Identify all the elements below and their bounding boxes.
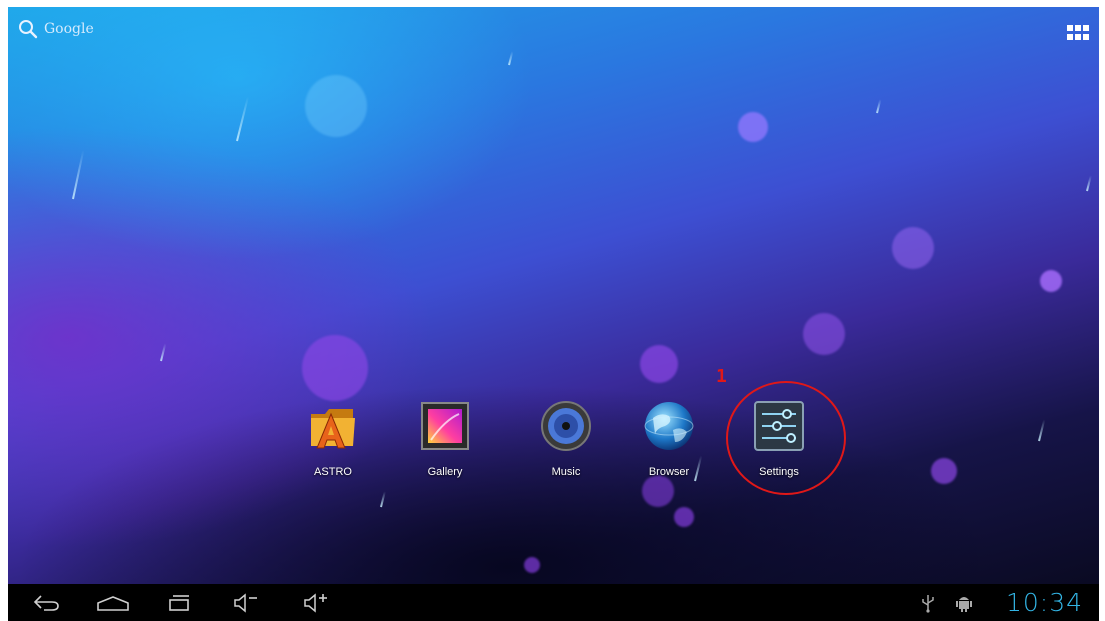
wallpaper-streak (876, 99, 882, 114)
app-gallery[interactable]: Gallery (405, 400, 485, 478)
back-button[interactable] (26, 584, 66, 621)
app-music[interactable]: Music (526, 400, 606, 478)
wallpaper-orb (931, 458, 957, 484)
gallery-icon (419, 400, 471, 452)
wallpaper-streak (380, 491, 386, 508)
wallpaper-orb (738, 112, 768, 142)
android-debug-icon (956, 596, 972, 612)
wallpaper-streak (508, 51, 514, 66)
volume-down-button[interactable] (226, 584, 266, 621)
wallpaper-orb (892, 227, 934, 269)
home-screen: Google ASTRO Gallery Music Browser Setti… (8, 7, 1099, 584)
volume-up-icon (304, 592, 327, 613)
app-browser[interactable]: Browser (629, 400, 709, 478)
clock[interactable]: 10:34 (1006, 588, 1083, 617)
search-icon (19, 20, 38, 39)
wallpaper-orb (524, 557, 540, 573)
wallpaper-orb (305, 75, 367, 137)
usb-icon (922, 594, 934, 613)
all-apps-button[interactable] (1067, 25, 1089, 41)
app-label: Music (551, 466, 581, 478)
volume-up-button[interactable] (296, 584, 336, 621)
annotation-number: 1 (716, 366, 727, 387)
home-button[interactable] (90, 584, 136, 621)
usb-status[interactable] (916, 584, 940, 621)
app-label: Gallery (427, 466, 463, 478)
search-label: Google (44, 21, 94, 37)
wallpaper-orb (1040, 270, 1062, 292)
wallpaper-streak (1038, 419, 1046, 442)
wallpaper-orb (674, 507, 694, 527)
annotation-circle (726, 381, 846, 495)
wallpaper-streak (236, 96, 250, 142)
app-label: ASTRO (314, 466, 352, 478)
all-apps-grid-icon (1067, 25, 1073, 31)
recent-apps-button[interactable] (160, 584, 200, 621)
wallpaper-orb (302, 335, 368, 401)
recent-apps-icon (169, 594, 189, 611)
volume-down-icon (234, 592, 257, 613)
wallpaper-streak (1086, 175, 1092, 192)
astro-folder-icon (307, 400, 359, 452)
wallpaper-orb (803, 313, 845, 355)
app-astro[interactable]: ASTRO (293, 400, 373, 478)
wallpaper-orb (640, 345, 678, 383)
back-icon (33, 594, 59, 611)
music-speaker-icon (540, 400, 592, 452)
google-search-button[interactable]: Google (18, 19, 94, 39)
app-label: Browser (648, 466, 690, 478)
home-icon (97, 595, 129, 611)
wallpaper-streak (160, 343, 167, 362)
wallpaper-streak (72, 149, 85, 200)
debug-status[interactable] (952, 584, 976, 621)
system-navigation-bar: 10:34 (8, 584, 1099, 621)
globe-icon (643, 400, 695, 452)
wallpaper-orb (642, 475, 674, 507)
